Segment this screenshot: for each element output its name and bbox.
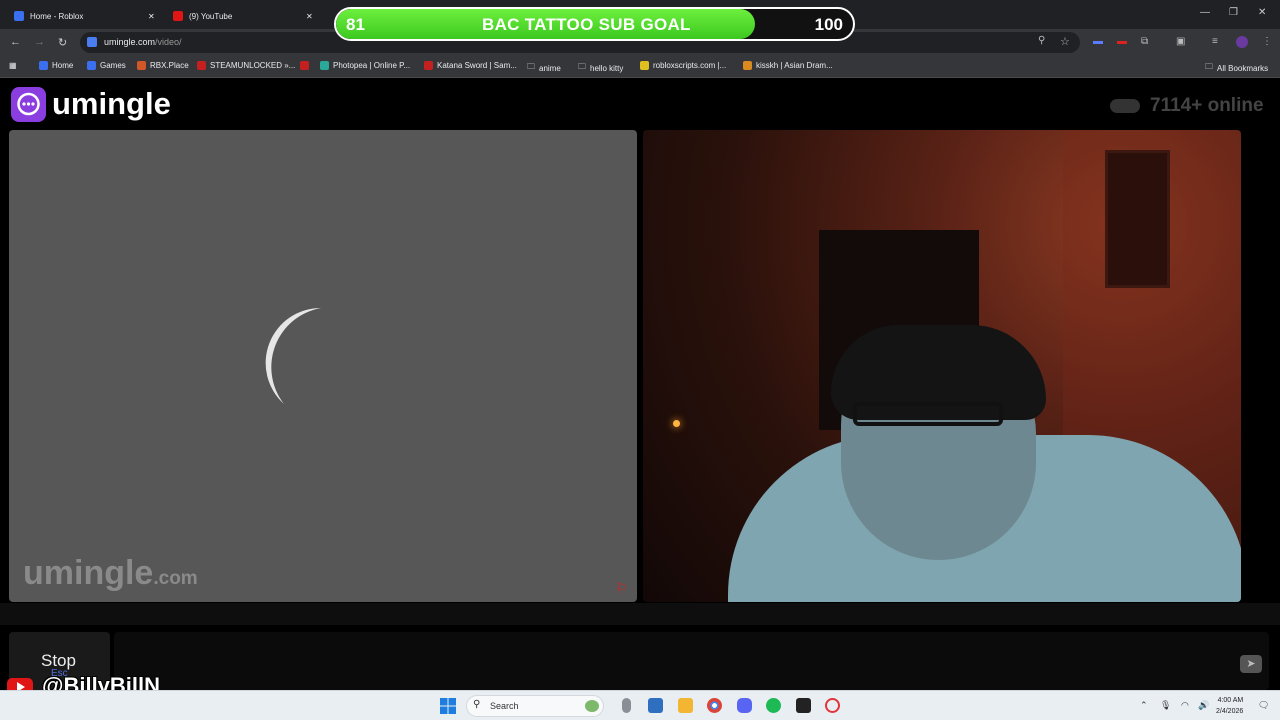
- send-icon[interactable]: ➤: [1240, 655, 1262, 673]
- url-text[interactable]: umingle.com/video/: [104, 37, 182, 47]
- app-icon[interactable]: [796, 698, 811, 713]
- notification-icon[interactable]: 🗨: [1258, 700, 1269, 711]
- media-icon[interactable]: ≡: [1212, 36, 1218, 47]
- reload-icon[interactable]: ↻: [58, 36, 67, 49]
- bookmark-katana[interactable]: Katana Sword | Sam...: [424, 61, 517, 70]
- discord-icon[interactable]: [737, 698, 752, 713]
- chat-input[interactable]: [114, 632, 1269, 690]
- camera-light: [673, 420, 680, 427]
- report-flag-icon[interactable]: ⚐: [615, 580, 628, 597]
- opera-icon[interactable]: [825, 698, 840, 713]
- bookmark-photopea[interactable]: Photopea | Online P...: [320, 61, 410, 70]
- minimize-icon[interactable]: —: [1200, 7, 1210, 18]
- site-icon: [640, 61, 649, 70]
- loading-spinner-icon: [265, 307, 321, 404]
- bookmark-robloxscripts[interactable]: robloxscripts.com |...: [640, 61, 726, 70]
- bookmark-games[interactable]: Games: [87, 61, 126, 70]
- site-icon: [197, 61, 206, 70]
- file-explorer-icon[interactable]: [678, 698, 693, 713]
- camera-person-glasses: [853, 402, 1003, 426]
- goal-title: BAC TATTOO SUB GOAL: [482, 15, 691, 34]
- profile-avatar[interactable]: [1236, 36, 1248, 48]
- extensions-puzzle-icon[interactable]: ⧉: [1141, 36, 1148, 47]
- clock[interactable]: 4:00 AM 2/4/2026: [1216, 695, 1243, 717]
- microphone-icon[interactable]: 🎙: [1160, 700, 1171, 711]
- clock-time: 4:00 AM: [1217, 697, 1244, 704]
- goal-target: 100: [814, 15, 843, 34]
- extension-icon[interactable]: ▬: [1093, 36, 1103, 47]
- search-icon: ⚲: [473, 699, 481, 710]
- apps-grid-icon[interactable]: ▦: [9, 61, 17, 70]
- chat-log-bar: [0, 603, 1280, 625]
- roblox-icon: [14, 11, 24, 21]
- close-window-icon[interactable]: ✕: [1258, 7, 1266, 18]
- all-bookmarks[interactable]: 🗀 All Bookmarks: [1205, 61, 1268, 75]
- extension-icon[interactable]: ▬: [1117, 36, 1127, 47]
- site-info-icon[interactable]: [87, 37, 97, 47]
- search-placeholder: Search: [490, 701, 519, 711]
- youtube-icon: [173, 11, 183, 21]
- folder-icon: 🗀: [578, 62, 586, 71]
- bookmark-unnamed[interactable]: [300, 61, 313, 70]
- bookmark-kisskh[interactable]: kisskh | Asian Dram...: [743, 61, 833, 70]
- tab-label: Home - Roblox: [30, 11, 84, 21]
- umingle-watermark: umingle.com: [23, 554, 198, 592]
- back-icon[interactable]: ←: [10, 36, 21, 48]
- bookmark-steamunlocked[interactable]: STEAMUNLOCKED »...: [197, 61, 295, 70]
- menu-icon[interactable]: ⋮: [1262, 36, 1272, 47]
- tab-search-icon[interactable]: ▣: [1176, 36, 1185, 47]
- roblox-icon: [87, 61, 96, 70]
- stranger-video-panel: umingle.com ⚐: [9, 130, 637, 602]
- umingle-logo-icon[interactable]: [11, 87, 46, 122]
- roblox-icon: [39, 61, 48, 70]
- site-logo[interactable]: umingle: [52, 86, 171, 122]
- globe-icon: [585, 700, 599, 712]
- folder-icon: 🗀: [527, 62, 535, 71]
- online-toggle[interactable]: [1110, 99, 1140, 113]
- windows-start-icon[interactable]: [440, 698, 456, 714]
- bookmark-home[interactable]: Home: [39, 61, 73, 70]
- goal-current: 81: [346, 15, 365, 34]
- tab-close-icon[interactable]: ✕: [148, 4, 155, 28]
- bookmark-folder-anime[interactable]: 🗀 anime: [527, 61, 561, 75]
- camera-wall-frame: [1105, 150, 1170, 288]
- spotify-icon[interactable]: [766, 698, 781, 713]
- clock-date: 2/4/2026: [1216, 708, 1244, 715]
- photopea-icon: [320, 61, 329, 70]
- bookmark-folder-hello-kitty[interactable]: 🗀 hello kitty: [578, 61, 623, 75]
- sub-goal-overlay: 81 BAC TATTOO SUB GOAL 100: [334, 7, 855, 41]
- site-icon: [300, 61, 309, 70]
- online-count: 7114+ online: [1150, 95, 1264, 116]
- bookmark-star-icon[interactable]: ☆: [1060, 35, 1070, 48]
- self-camera-panel: [643, 130, 1241, 602]
- taskbar: ⚲ Search ⌃ 🎙 ◠ 🔊 4:00 AM 2/4/2026 🗨: [0, 690, 1280, 720]
- tab-roblox[interactable]: Home - Roblox: [14, 4, 83, 28]
- chrome-icon[interactable]: [707, 698, 722, 713]
- maximize-icon[interactable]: ❐: [1229, 7, 1238, 18]
- mouse-icon[interactable]: [622, 698, 631, 713]
- wifi-icon[interactable]: ◠: [1181, 700, 1189, 711]
- bookmarks-bar: ▦ Home Games RBX.Place STEAMUNLOCKED »..…: [0, 56, 1280, 78]
- tab-youtube[interactable]: (9) YouTube: [173, 4, 232, 28]
- taskbar-search[interactable]: ⚲ Search: [466, 695, 604, 717]
- site-icon: [137, 61, 146, 70]
- tab-close-icon[interactable]: ✕: [306, 4, 313, 28]
- folder-icon: 🗀: [1205, 62, 1213, 71]
- bookmark-rbxplace[interactable]: RBX.Place: [137, 61, 189, 70]
- app-icon[interactable]: [648, 698, 663, 713]
- forward-icon[interactable]: →: [34, 36, 45, 48]
- volume-icon[interactable]: 🔊: [1198, 700, 1209, 711]
- zoom-icon[interactable]: ⚲: [1038, 35, 1045, 46]
- site-icon: [424, 61, 433, 70]
- site-icon: [743, 61, 752, 70]
- chevron-up-icon[interactable]: ⌃: [1140, 700, 1148, 711]
- tab-label: (9) YouTube: [189, 11, 233, 21]
